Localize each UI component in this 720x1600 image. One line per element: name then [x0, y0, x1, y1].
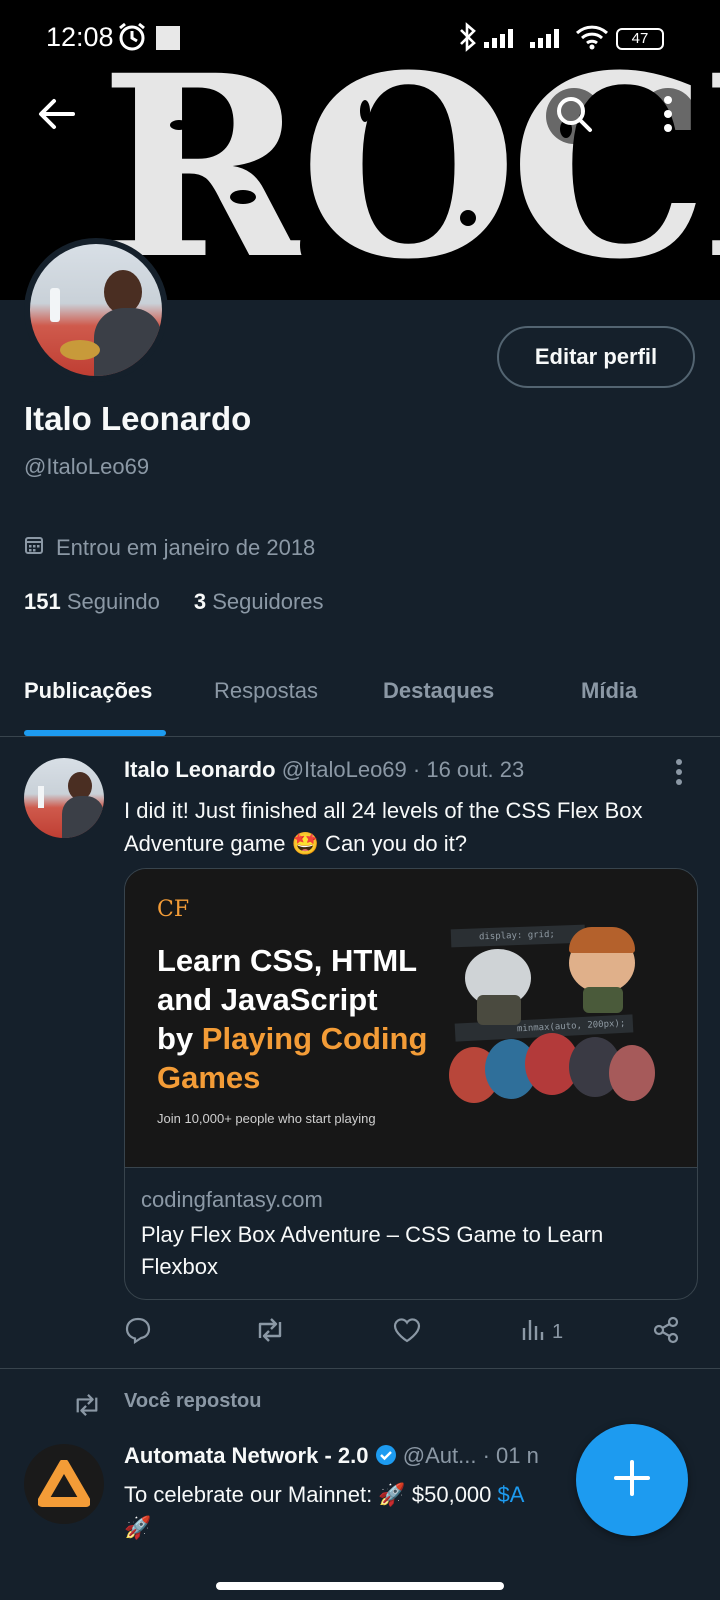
reposted-icon: [72, 1392, 102, 1423]
card-subline: Join 10,000+ people who start playing: [157, 1111, 376, 1126]
tweet-author[interactable]: Italo Leonardo: [124, 757, 276, 782]
reply-button[interactable]: [124, 1316, 152, 1350]
alarm-icon: [118, 22, 146, 57]
more-vertical-icon: [663, 95, 673, 137]
tweet2-avatar[interactable]: [24, 1444, 104, 1524]
tweet2-handle[interactable]: @Aut...: [403, 1443, 477, 1468]
tab-destaques[interactable]: Destaques: [383, 678, 494, 704]
share-icon: [652, 1316, 680, 1350]
following-label: Seguindo: [66, 589, 160, 614]
battery-icon: 47: [616, 28, 664, 50]
verified-badge-icon: [375, 1443, 397, 1468]
wifi-icon: [575, 24, 609, 55]
following-link[interactable]: 151 Seguindo: [24, 589, 160, 615]
tweet-date[interactable]: · 16 out. 23: [413, 757, 524, 782]
tweet2-header: Automata Network - 2.0 @Aut... · 01 n: [124, 1443, 539, 1469]
automata-logo-icon: [37, 1459, 91, 1513]
card-headline: Learn CSS, HTML and JavaScript by Playin…: [157, 943, 428, 1095]
more-options-button[interactable]: [640, 88, 696, 144]
tab-publicacoes[interactable]: Publicações: [24, 678, 152, 704]
joined-text: Entrou em janeiro de 2018: [56, 535, 316, 560]
active-tab-indicator: [24, 730, 166, 736]
profile-handle: @ItaloLeo69: [24, 454, 150, 479]
views-count: 1: [552, 1320, 564, 1343]
plus-icon: [612, 1458, 652, 1503]
views-button[interactable]: 1: [520, 1316, 563, 1348]
back-arrow-icon: [37, 98, 75, 135]
cashtag-link[interactable]: $A: [498, 1482, 525, 1507]
search-icon: [554, 94, 594, 139]
profile-name: Italo Leonardo: [24, 400, 252, 437]
bluetooth-icon: [458, 22, 478, 57]
tweet2-date[interactable]: · 01 n: [483, 1443, 539, 1468]
card-image: CF Learn CSS, HTML and JavaScript by Pla…: [125, 869, 697, 1168]
repost-label: Você repostou: [124, 1390, 262, 1412]
like-button[interactable]: [392, 1316, 422, 1350]
followers-count: 3: [193, 589, 207, 614]
card-logo: CF: [157, 897, 190, 922]
heart-icon: [392, 1316, 422, 1350]
following-count: 151: [24, 589, 61, 614]
tab-respostas[interactable]: Respostas: [214, 678, 318, 704]
signal-icon: [484, 26, 572, 55]
tab-midia[interactable]: Mídia: [581, 678, 637, 704]
card-domain: codingfantasy.com: [141, 1187, 323, 1212]
follow-stats: 151 Seguindo 3 Seguidores: [24, 589, 324, 615]
link-card[interactable]: CF Learn CSS, HTML and JavaScript by Pla…: [124, 868, 698, 1300]
tweet-text: I did it! Just finished all 24 levels of…: [124, 798, 643, 856]
share-button[interactable]: [652, 1316, 680, 1350]
compose-button[interactable]: [576, 1424, 688, 1536]
tweet-more-icon[interactable]: [674, 758, 684, 791]
avatar-photo: [30, 244, 162, 376]
divider: [0, 1368, 720, 1369]
status-time: 12:08: [46, 22, 114, 52]
edit-profile-button[interactable]: Editar perfil: [497, 326, 695, 388]
calendar-icon: [24, 535, 44, 561]
repost-button[interactable]: [254, 1316, 286, 1350]
profile-avatar[interactable]: [24, 238, 168, 382]
views-icon: [520, 1316, 546, 1348]
repost-icon: [254, 1316, 286, 1350]
search-button[interactable]: [546, 88, 602, 144]
tweet-handle[interactable]: @ItaloLeo69: [282, 757, 407, 782]
tweet-avatar[interactable]: [24, 758, 104, 838]
home-indicator[interactable]: [216, 1582, 504, 1590]
followers-link[interactable]: 3 Seguidores: [194, 589, 324, 615]
reply-icon: [124, 1316, 152, 1350]
card-title: Play Flex Box Adventure – CSS Game to Le…: [141, 1222, 604, 1279]
tweet2-author[interactable]: Automata Network - 2.0: [124, 1443, 369, 1468]
banner-artwork: ROCK: [100, 60, 720, 300]
tweet-header: Italo Leonardo @ItaloLeo69 · 16 out. 23: [124, 757, 524, 783]
notification-icon: [156, 26, 180, 50]
profile-tabs: Publicações Respostas Destaques Mídia: [0, 640, 720, 737]
back-button[interactable]: [28, 88, 84, 144]
followers-label: Seguidores: [212, 589, 324, 614]
joined-date: Entrou em janeiro de 2018: [24, 535, 315, 561]
